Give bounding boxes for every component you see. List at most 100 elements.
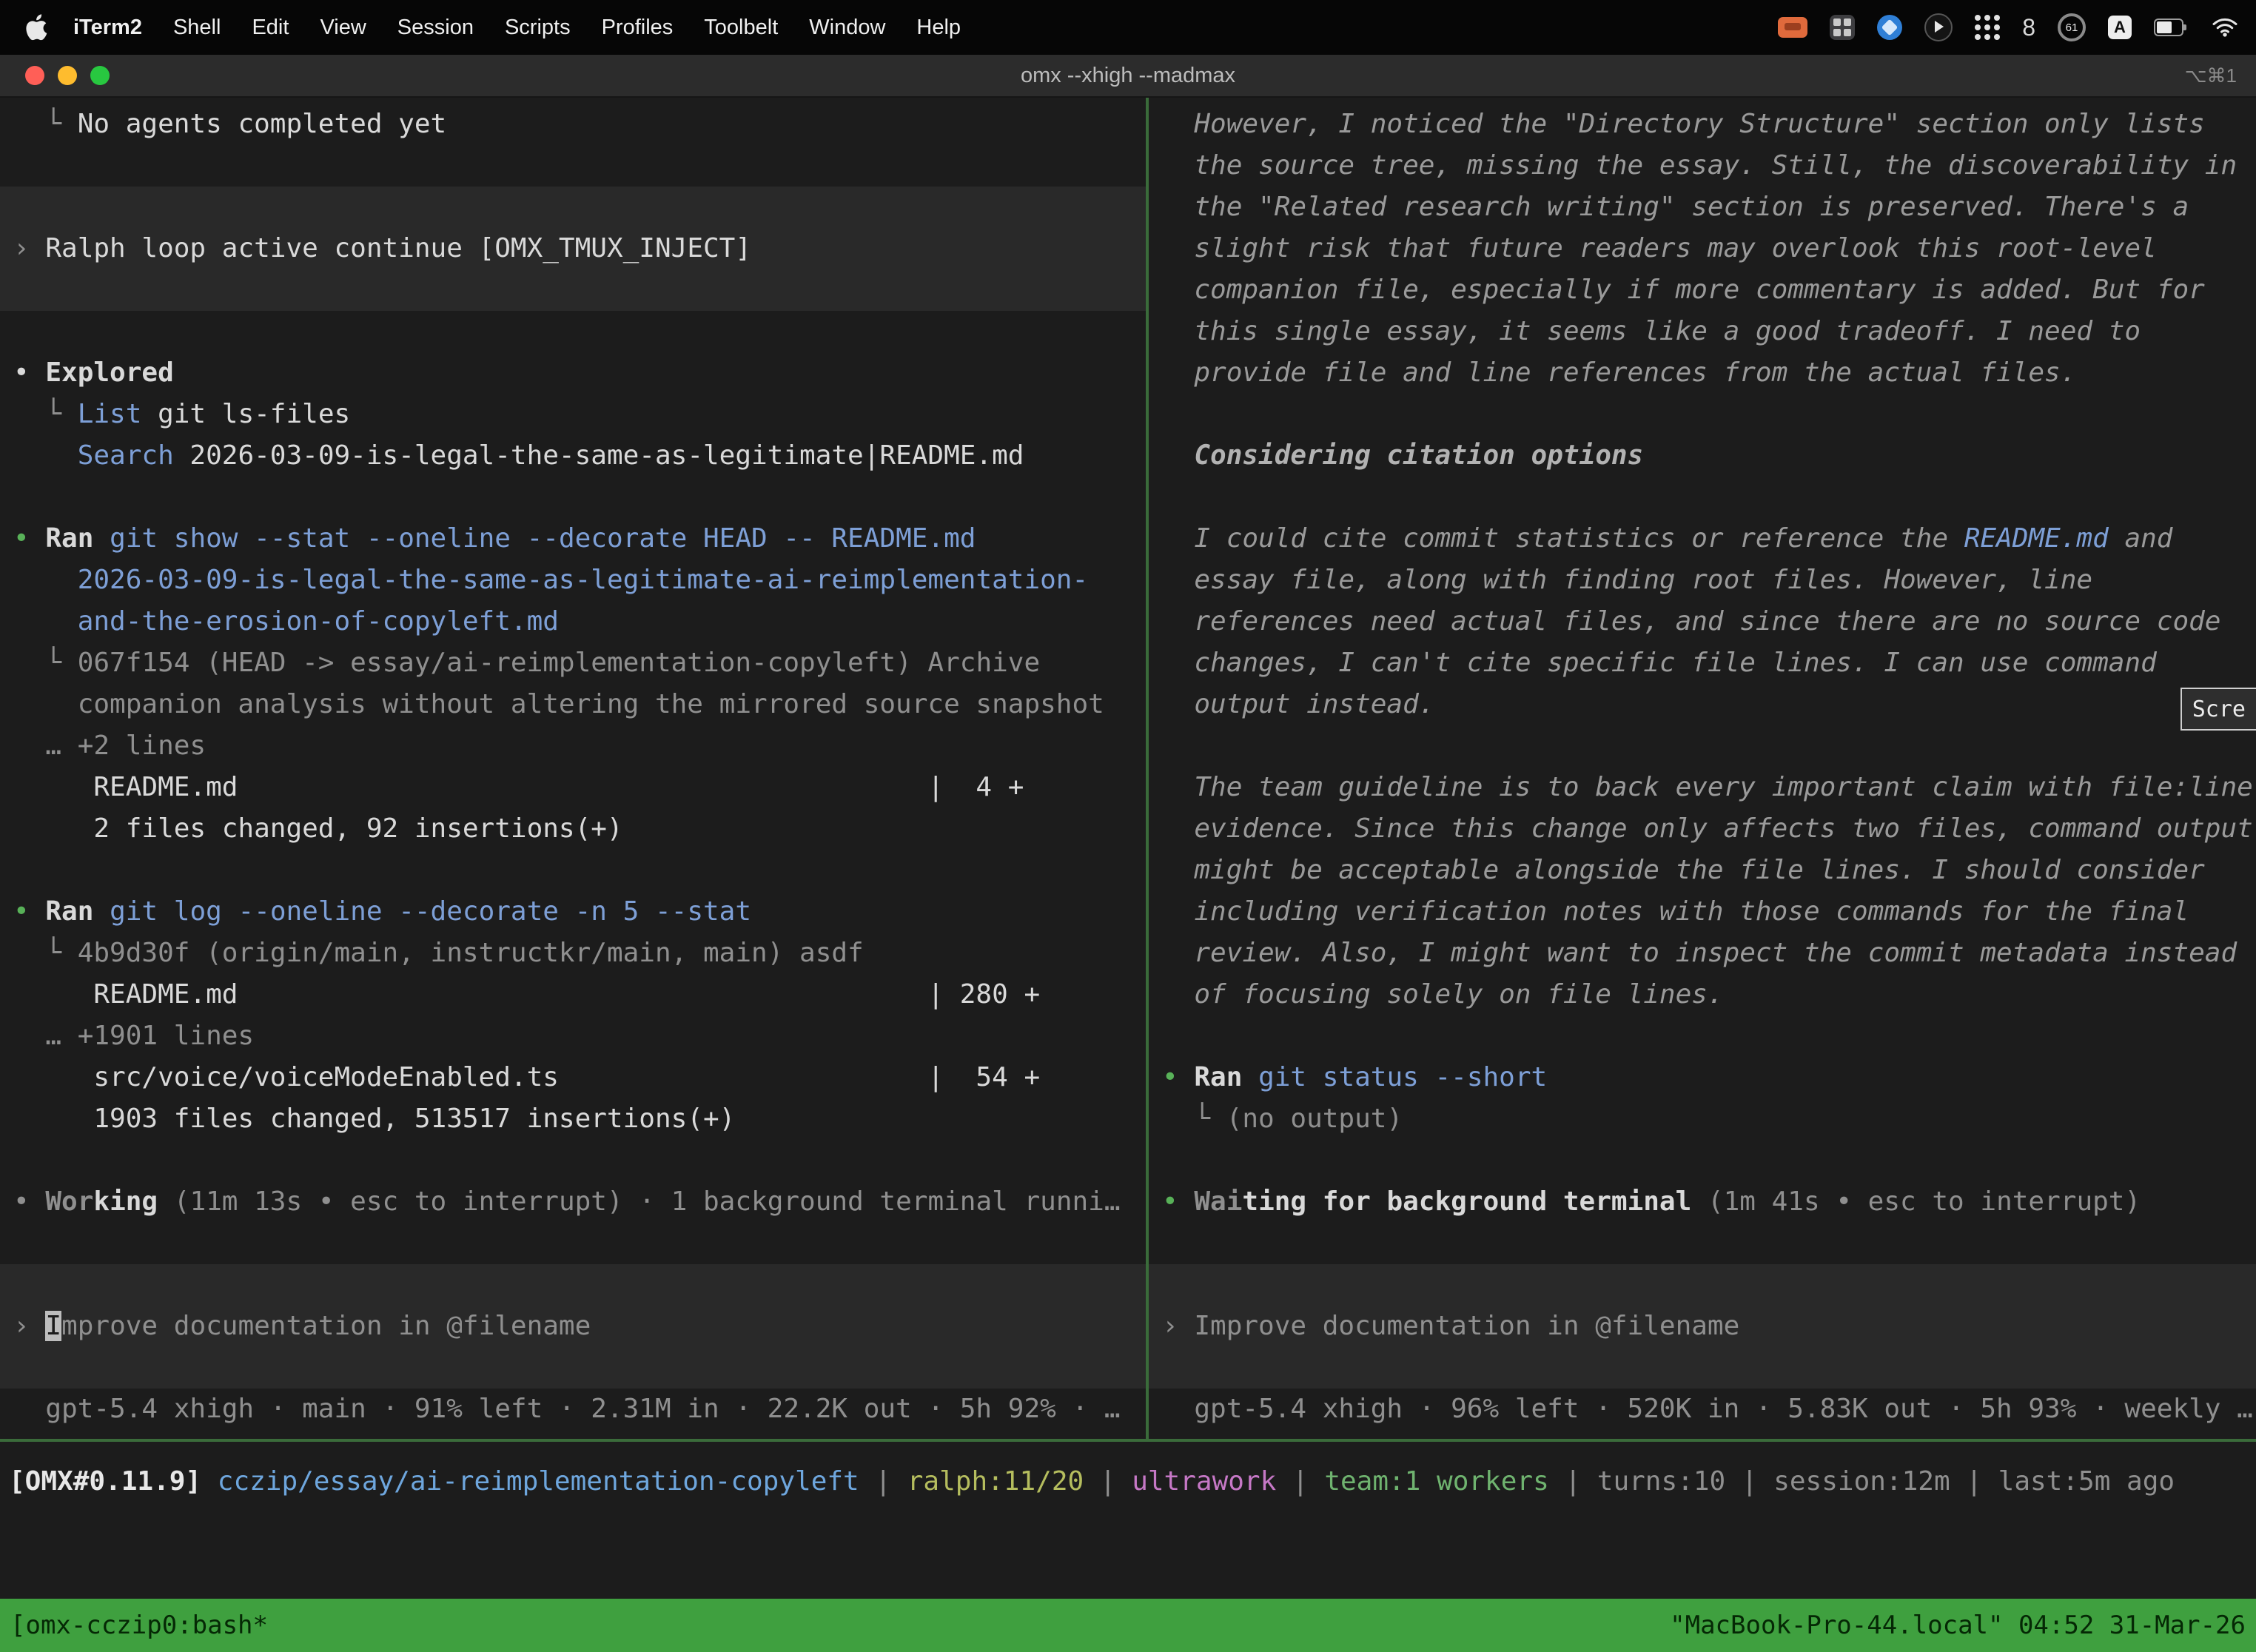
text-segment: 2 files changed, 92 insertions(+) — [13, 813, 623, 844]
battery-ring-icon[interactable]: 61 — [2058, 13, 2086, 41]
terminal-line: and-the-erosion-of-copyleft.md — [13, 601, 1146, 642]
wifi-icon[interactable] — [2212, 17, 2238, 38]
menu-items: iTerm2ShellEditViewSessionScriptsProfile… — [58, 16, 976, 40]
menu-item-window[interactable]: Window — [793, 16, 901, 40]
prompt-input-box[interactable]: › Improve documentation in @filename — [0, 1264, 1146, 1389]
text-segment: Considering citation options — [1162, 440, 1643, 471]
menu-item-edit[interactable]: Edit — [236, 16, 304, 40]
text-segment: src/voice/voiceModeEnabled.ts | 54 + — [13, 1062, 1040, 1092]
text-segment: Ralph loop active continue [OMX_TMUX_INJ… — [45, 233, 751, 263]
terminal-line: including verification notes with those … — [1162, 891, 2256, 933]
terminal-line: └ List git ls-files — [13, 394, 1146, 435]
shortcuts-icon[interactable] — [1877, 15, 1902, 40]
text-segment: [OMX#0.11.9] — [9, 1466, 218, 1497]
terminal-line: • Waiting for background terminal (1m 41… — [1162, 1181, 2256, 1223]
menu-item-session[interactable]: Session — [382, 16, 489, 40]
terminal-line: references need actual files, and since … — [1162, 601, 2256, 642]
text-segment: However, I noticed the "Directory Struct… — [1162, 109, 2205, 139]
tooltip-text: Scre — [2192, 696, 2246, 722]
text-segment: (11m 13s • esc to interrupt) · 1 backgro… — [158, 1186, 1120, 1217]
text-segment — [93, 523, 110, 554]
menu-item-profiles[interactable]: Profiles — [586, 16, 689, 40]
text-segment: | — [859, 1466, 907, 1497]
menu-item-view[interactable]: View — [304, 16, 381, 40]
text-segment: | — [1725, 1466, 1773, 1497]
tmux-status-bar: [omx-cczip0:bash* "MacBook-Pro-44.local"… — [0, 1599, 2256, 1652]
text-segment: gpt-5.4 xhigh · main · 91% left · 2.31M … — [13, 1394, 1121, 1424]
terminal-line: However, I noticed the "Directory Struct… — [1162, 104, 2256, 145]
text-segment: companion file, especially if more comme… — [1162, 275, 2205, 305]
terminal-line: Considering citation options — [1162, 435, 2256, 477]
text-segment: gpt-5.4 xhigh · 96% left · 520K in · 5.8… — [1162, 1394, 2253, 1424]
text-segment — [93, 896, 110, 927]
keypad-8-icon[interactable]: 8 — [2022, 14, 2035, 41]
text-segment: king — [93, 1186, 158, 1217]
text-segment: › — [1162, 1311, 1194, 1341]
text-segment: slight risk that future readers may over… — [1162, 233, 2157, 263]
fullscreen-button[interactable] — [90, 66, 110, 85]
terminal-line: └ No agents completed yet — [13, 104, 1146, 145]
screen-recording-inner — [1785, 23, 1801, 30]
tmux-session-window[interactable]: [omx-cczip0:bash* — [10, 1611, 268, 1640]
screen-recording-icon[interactable] — [1778, 17, 1807, 38]
text-segment: git status --short — [1258, 1062, 1547, 1092]
text-segment: cczip/essay/ai-reimplementation-copyleft — [218, 1466, 859, 1497]
text-segment — [13, 606, 78, 637]
window-shortcut-hint: ⌥⌘1 — [2185, 64, 2237, 87]
text-segment: git log --oneline --decorate -n 5 --stat — [110, 896, 751, 927]
apps-grid-icon[interactable] — [1975, 15, 2000, 40]
text-segment: 2026-03-09-is-legal-the-same-as-legitima… — [174, 440, 1024, 471]
terminal-line: › Improve documentation in @filename — [13, 1306, 1146, 1347]
right-pane[interactable]: However, I noticed the "Directory Struct… — [1149, 98, 2256, 1439]
menu-item-help[interactable]: Help — [901, 16, 976, 40]
window-title: omx --xhigh --madmax — [1021, 64, 1235, 88]
input-source-icon[interactable]: A — [2108, 16, 2132, 39]
minimize-button[interactable] — [58, 66, 77, 85]
terminal-line — [1162, 1015, 2256, 1057]
text-segment: the source tree, missing the essay. Stil… — [1162, 150, 2237, 181]
terminal-line: of focusing solely on file lines. — [1162, 974, 2256, 1015]
text-segment: | — [1084, 1466, 1132, 1497]
close-button[interactable] — [25, 66, 44, 85]
text-segment: essay file, along with finding root file… — [1162, 565, 2092, 595]
window-grid-icon[interactable] — [1830, 15, 1855, 40]
text-segment — [13, 440, 78, 471]
text-segment: Ran — [45, 896, 93, 927]
battery-tip — [2183, 24, 2186, 30]
menu-item-shell[interactable]: Shell — [158, 16, 237, 40]
text-segment: provide file and line references from th… — [1162, 357, 2076, 388]
terminal-line: • Ran git status --short — [1162, 1057, 2256, 1098]
text-segment: └ — [13, 648, 78, 678]
window-title-bar[interactable]: omx --xhigh --madmax ⌥⌘1 — [0, 55, 2256, 98]
text-segment: I could cite commit statistics or refere… — [1162, 523, 1964, 554]
text-segment: and — [2109, 523, 2173, 554]
text-segment: • — [13, 523, 45, 554]
terminal-line: 2026-03-09-is-legal-the-same-as-legitima… — [13, 560, 1146, 601]
menu-item-scripts[interactable]: Scripts — [489, 16, 586, 40]
text-segment: • — [1162, 1186, 1194, 1217]
text-segment: references need actual files, and since … — [1162, 606, 2220, 637]
text-segment: Explored — [45, 357, 173, 388]
text-segment: └ — [13, 938, 78, 968]
text-segment — [1242, 1062, 1258, 1092]
prompt-input-box[interactable]: › Improve documentation in @filename — [1149, 1264, 2256, 1389]
menu-item-iterm2[interactable]: iTerm2 — [58, 16, 158, 40]
terminal-line: companion analysis without altering the … — [13, 684, 1146, 725]
terminal-line: provide file and line references from th… — [1162, 352, 2256, 394]
terminal-line — [13, 145, 1146, 187]
terminal-line: gpt-5.4 xhigh · main · 91% left · 2.31M … — [13, 1389, 1146, 1430]
player-icon[interactable] — [1924, 13, 1953, 41]
terminal-line: gpt-5.4 xhigh · 96% left · 520K in · 5.8… — [1162, 1389, 2256, 1430]
apple-menu-icon[interactable] — [25, 14, 47, 41]
text-segment: 067f154 (HEAD -> essay/ai-reimplementati… — [78, 648, 1040, 678]
terminal-line: … +2 lines — [13, 725, 1146, 767]
text-segment: README.md | 280 + — [13, 979, 1040, 1010]
terminal-line: README.md | 4 + — [13, 767, 1146, 808]
terminal-line — [1162, 394, 2256, 435]
terminal-line: › Improve documentation in @filename — [1162, 1306, 2256, 1347]
tmux-host-time: "MacBook-Pro-44.local" 04:52 31-Mar-26 — [1670, 1611, 2246, 1640]
menu-item-toolbelt[interactable]: Toolbelt — [688, 16, 793, 40]
battery-icon[interactable] — [2154, 19, 2189, 36]
terminal-line — [13, 1223, 1146, 1264]
left-pane[interactable]: └ No agents completed yet› Ralph loop ac… — [0, 98, 1146, 1439]
